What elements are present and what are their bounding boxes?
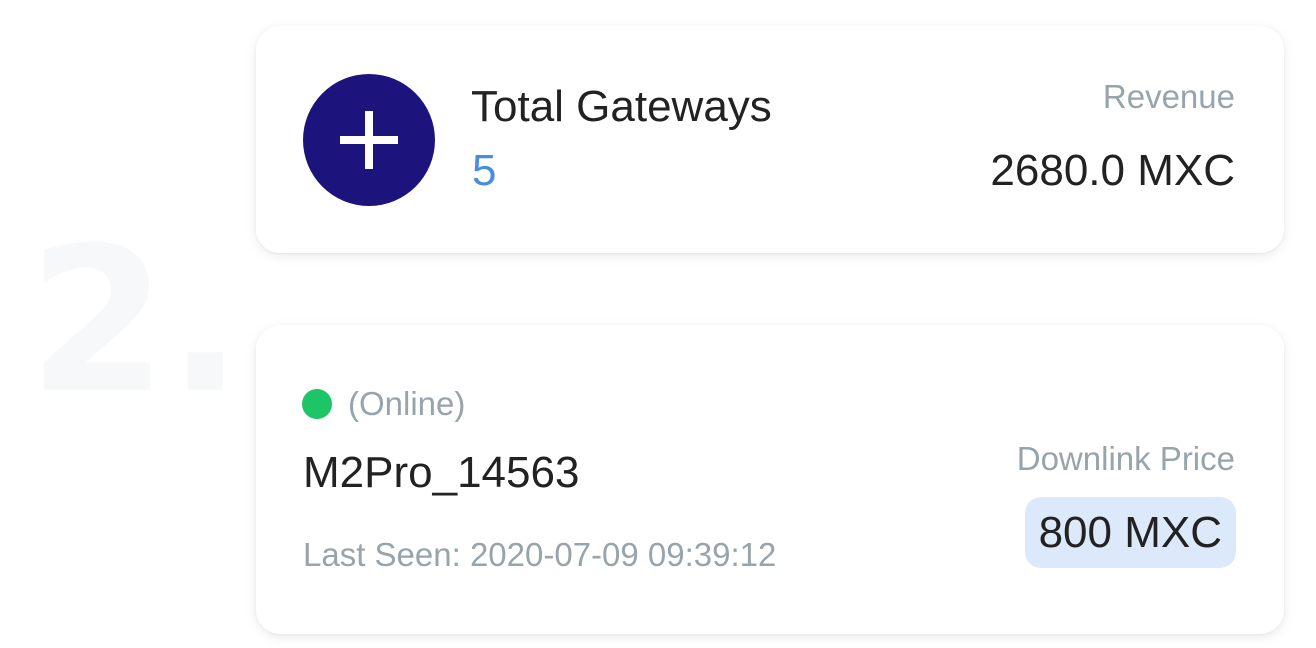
total-gateways-count: 5 — [472, 146, 497, 195]
downlink-price-label: Downlink Price — [1016, 440, 1235, 477]
gateways-summary-card: Total Gateways 5 Revenue 2680.0 MXC — [256, 26, 1284, 253]
revenue-label: Revenue — [1102, 78, 1235, 115]
add-gateway-button[interactable] — [303, 74, 435, 206]
gateway-last-seen: Last Seen: 2020-07-09 09:39:12 — [303, 536, 777, 573]
gateway-card[interactable]: (Online) M2Pro_14563 Last Seen: 2020-07-… — [256, 325, 1284, 634]
downlink-price-badge: 800 MXC — [1024, 497, 1236, 568]
online-status-dot-icon — [302, 389, 332, 419]
step-number: 2. — [28, 205, 244, 438]
plus-icon — [340, 111, 398, 169]
total-gateways-label: Total Gateways — [471, 82, 772, 131]
gateway-name: M2Pro_14563 — [303, 448, 580, 497]
gateway-status: (Online) — [302, 385, 465, 423]
gateway-status-text: (Online) — [348, 385, 466, 422]
revenue-value: 2680.0 MXC — [990, 146, 1235, 195]
